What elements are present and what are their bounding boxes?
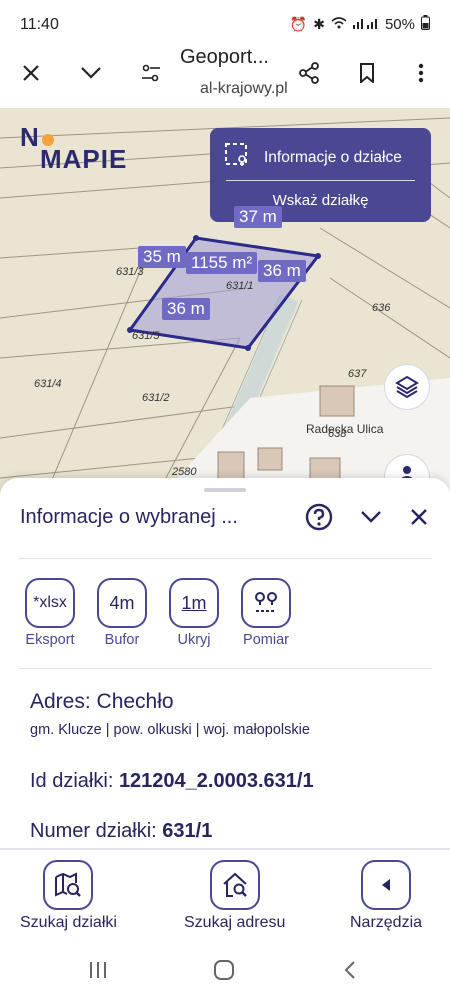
parcel-number-label: Numer działki: (30, 820, 163, 842)
area-label: 1155 m² (186, 252, 258, 274)
xlsx-icon[interactable]: *xlsx (25, 578, 75, 628)
select-area-icon (224, 142, 250, 173)
address-title: Adres: Chechło (30, 690, 174, 713)
alarm-icon: ⏰ (289, 15, 308, 32)
sheet-divider (18, 558, 432, 559)
nav-label: Narzędzia (350, 914, 423, 931)
tools-row: *xlsx Eksport 4m Bufor 1m Ukryj Pomiar (20, 578, 296, 648)
collapse-chevron-icon[interactable] (356, 502, 386, 532)
parcel-number-value: 631/1 (162, 820, 213, 842)
caret-left-icon (361, 860, 412, 910)
plot-number: 631/3 (116, 266, 144, 278)
plot-number: 631/2 (142, 392, 170, 404)
bluetooth-icon: ✱ (313, 15, 325, 32)
buffer-icon[interactable]: 4m (97, 578, 147, 628)
signal-icon (352, 16, 379, 32)
address-subtitle: gm. Klucze | pow. olkuski | woj. małopol… (30, 722, 310, 738)
close-sheet-icon[interactable] (404, 502, 434, 532)
measure-label-top: 37 m (234, 206, 282, 228)
nav-label: Szukaj działki (20, 914, 117, 931)
browser-toolbar: Geoport... al-krajowy.pl (0, 40, 450, 108)
buffer-tool[interactable]: 4m Bufor (92, 578, 152, 648)
battery-icon (421, 15, 430, 33)
measure-tool[interactable]: Pomiar (236, 578, 296, 648)
search-address-button[interactable]: Szukaj adresu (184, 860, 285, 932)
status-icons: ⏰ ✱ 50% (290, 15, 430, 33)
status-time: 11:40 (20, 16, 59, 33)
parcel-id-value: 121204_2.0003.631/1 (118, 770, 314, 792)
home-search-icon (209, 860, 260, 910)
hide-measure-icon[interactable]: 1m (169, 578, 219, 628)
wifi-icon (331, 16, 347, 32)
measure-label-right: 36 m (258, 260, 306, 282)
export-tool[interactable]: *xlsx Eksport (20, 578, 80, 648)
sheet-divider (18, 668, 432, 669)
plot-number: 2580 (172, 466, 197, 478)
layers-icon (395, 375, 419, 399)
map-view[interactable]: N MAPIE Informacje o działce Wskaż dział… (0, 108, 450, 508)
more-options-icon[interactable] (406, 58, 436, 88)
hide-tool[interactable]: 1m Ukryj (164, 578, 224, 648)
plot-number: 636 (372, 302, 391, 314)
close-icon[interactable] (16, 58, 46, 88)
plot-number: 631/1 (226, 280, 254, 292)
system-navigation (0, 940, 450, 1000)
plot-number: 631/5 (132, 330, 160, 342)
parcel-info-sheet: Informacje o wybranej ... *xlsx Eksport … (0, 478, 450, 848)
layers-button[interactable] (384, 364, 430, 410)
measure-pins-icon[interactable] (241, 578, 291, 628)
sheet-title: Informacje o wybranej ... (20, 506, 238, 528)
search-parcel-button[interactable]: Szukaj działki (20, 860, 117, 932)
sheet-drag-handle[interactable] (204, 488, 246, 492)
parcel-number-row: Numer działki: 631/1 (30, 820, 212, 843)
bottom-navigation: Szukaj działki Szukaj adresu Narzędzia (0, 848, 450, 940)
battery-percent: 50% (384, 15, 415, 33)
plot-number: 631/4 (34, 378, 62, 390)
parcel-id-row: Id działki: 121204_2.0003.631/1 (30, 770, 314, 793)
plot-number: 637 (348, 368, 367, 380)
bookmark-icon[interactable] (352, 58, 382, 88)
measure-label-left: 35 m (138, 246, 186, 268)
map-search-icon (43, 860, 94, 910)
help-icon[interactable] (304, 502, 334, 532)
na-mapie-logo: N MAPIE (20, 122, 128, 174)
share-icon[interactable] (294, 58, 324, 88)
chevron-down-icon[interactable] (76, 58, 106, 88)
nav-label: Szukaj adresu (184, 914, 286, 931)
home-icon[interactable] (204, 954, 244, 986)
measure-label-bottom: 36 m (162, 298, 210, 320)
tools-button[interactable]: Narzędzia (350, 860, 422, 932)
page-title: Geoport... (180, 46, 269, 68)
tool-label: Ukryj (177, 632, 211, 648)
recent-apps-icon[interactable] (78, 954, 118, 986)
tool-label: Pomiar (243, 632, 289, 648)
street-label: Radecka Ulica (306, 422, 384, 436)
site-settings-icon[interactable] (136, 58, 166, 88)
parcel-id-label: Id działki: (30, 770, 119, 792)
page-url[interactable]: al-krajowy.pl (200, 80, 288, 98)
tool-label: Bufor (104, 632, 140, 648)
tool-label: Eksport (25, 632, 75, 648)
parcel-info-label: Informacje o działce (264, 148, 402, 166)
back-icon[interactable] (330, 954, 370, 986)
panel-divider (226, 180, 415, 181)
parcel-info-button[interactable]: Informacje o działce (224, 142, 402, 173)
